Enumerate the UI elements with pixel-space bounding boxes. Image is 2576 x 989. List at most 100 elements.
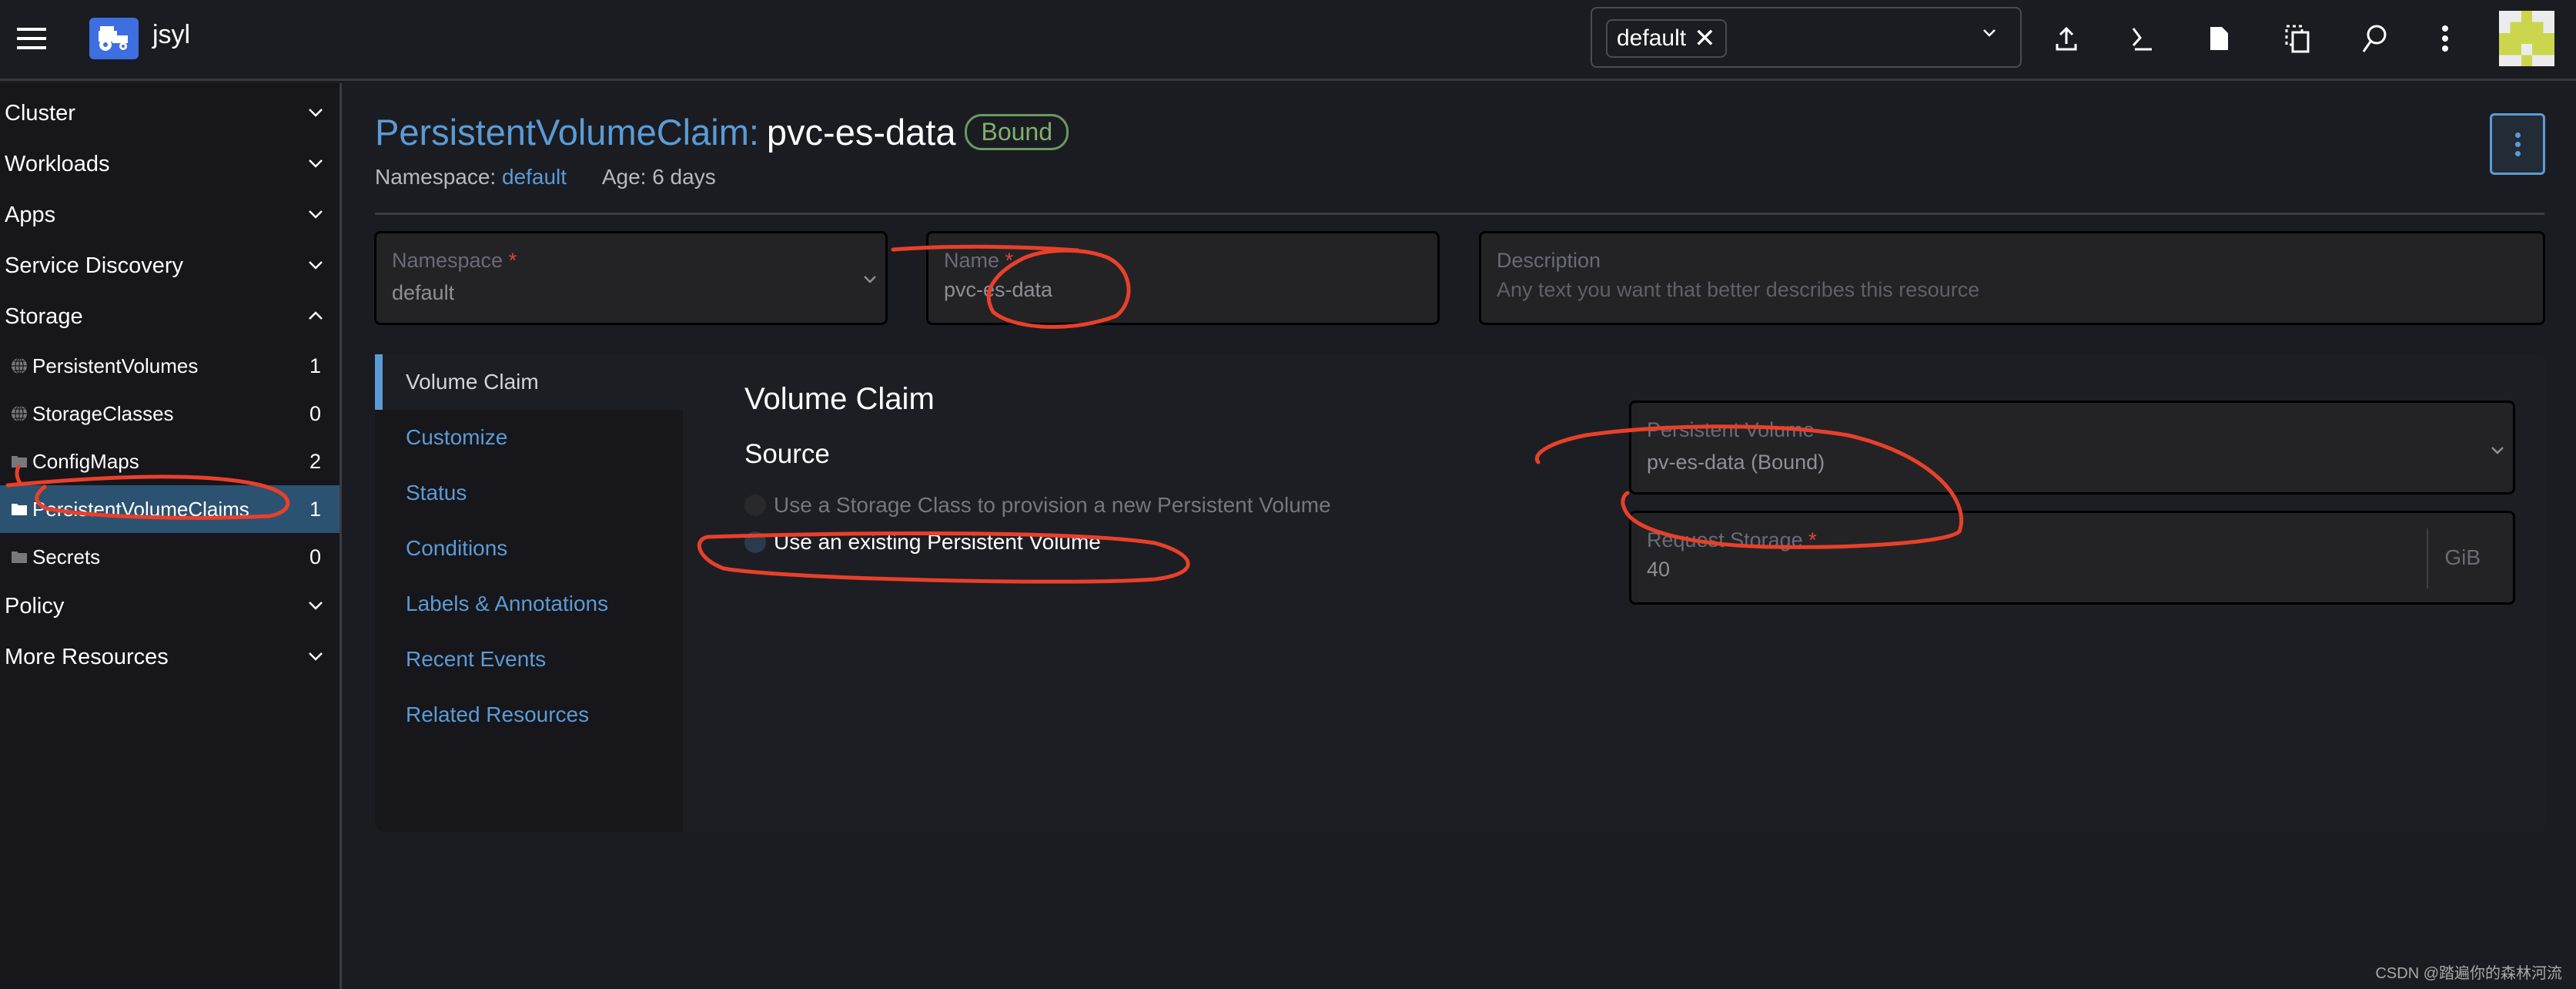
chevron-down-icon [309,652,323,661]
resource-name: pvc-es-data [766,112,956,153]
resource-count: 2 [309,449,321,473]
top-bar: jsyl default ✕ [0,0,2576,81]
cluster-name[interactable]: jsyl [152,20,190,50]
page-title: PersistentVolumeClaim: pvc-es-data Bound [375,111,1069,153]
chevron-down-icon [309,261,323,270]
radio-button-selected[interactable] [744,531,766,553]
namespace-select[interactable]: Namespace * default [374,231,888,325]
namespace-label: Namespace: [375,165,497,189]
age-text: Age: 6 days [601,165,716,189]
main-content: PersistentVolumeClaim: pvc-es-data Bound… [344,83,2576,989]
sidebar-group-service-discovery[interactable]: Service Discovery [0,240,340,291]
resource-kind-link[interactable]: PersistentVolumeClaim: [375,111,759,153]
folder-icon [11,500,29,518]
sidebar-group-storage[interactable]: Storage [0,291,340,342]
kubectl-shell-icon[interactable] [2126,23,2157,54]
sidebar-group-label: Apps [5,202,56,227]
copy-kubeconfig-icon[interactable] [2282,23,2313,54]
resource-meta: Namespace: default Age: 6 days [375,165,716,189]
user-avatar[interactable] [2499,11,2554,66]
request-storage-label: Request Storage * [1647,528,1817,551]
namespace-filter[interactable]: default ✕ [1591,7,2022,68]
cluster-logo-icon[interactable] [89,18,139,59]
sidebar-item-label: ConfigMaps [32,449,139,473]
sidebar-group-label: More Resources [5,644,169,669]
tab-related-resources[interactable]: Related Resources [375,687,683,743]
sidebar-group-label: Workloads [5,151,110,176]
sidebar-group-label: Service Discovery [5,253,184,278]
status-badge: Bound [965,114,1069,150]
chevron-down-icon [864,276,876,283]
sidebar-item-persistentvolumes[interactable]: PersistentVolumes 1 [0,342,340,390]
header-divider [375,213,2544,215]
resource-count: 0 [309,401,321,425]
description-placeholder: Any text you want that better describes … [1497,278,1980,301]
folder-icon [11,548,29,566]
kubeconfig-file-icon[interactable] [2203,23,2234,54]
radio-label: Use a Storage Class to provision a new P… [774,493,1331,517]
folder-icon [11,452,29,471]
sidebar-item-label: Secrets [32,545,101,568]
persistent-volume-select[interactable]: Persistent Volume pv-es-data (Bound) [1629,401,2515,494]
chevron-down-icon [309,210,323,219]
sidebar-group-label: Cluster [5,100,75,126]
name-field-label: Name * [944,249,1014,272]
tab-recent-events[interactable]: Recent Events [375,632,683,687]
tab-volume-claim[interactable]: Volume Claim [375,354,683,410]
resource-count: 0 [309,545,321,568]
sidebar-group-workloads[interactable]: Workloads [0,139,340,189]
sidebar-item-label: StorageClasses [32,401,174,425]
globe-icon [11,404,29,423]
namespace-chip: default ✕ [1606,19,1727,58]
source-heading: Source [744,439,830,469]
radio-storage-class[interactable]: Use a Storage Class to provision a new P… [744,493,1331,518]
resource-count: 1 [309,354,321,377]
import-yaml-icon[interactable] [2051,23,2082,54]
sidebar-item-persistentvolumeclaims[interactable]: PersistentVolumeClaims 1 [0,485,340,533]
chevron-down-icon [309,109,323,117]
tab-customize[interactable]: Customize [375,410,683,465]
radio-existing-pv[interactable]: Use an existing Persistent Volume [744,530,1101,555]
sidebar-item-secrets[interactable]: Secrets 0 [0,533,340,581]
pv-field-value: pv-es-data (Bound) [1647,451,1825,474]
description-input[interactable]: Description Any text you want that bette… [1479,231,2545,325]
remove-namespace-icon[interactable]: ✕ [1694,23,1716,54]
namespace-field-label: Namespace * [392,249,517,272]
namespace-chip-label: default [1617,25,1687,51]
unit-separator [2427,528,2428,588]
tab-status[interactable]: Status [375,465,683,521]
storage-unit: GiB [2444,545,2481,569]
tab-labels-annotations[interactable]: Labels & Annotations [375,576,683,632]
namespace-link[interactable]: default [502,165,567,189]
search-icon[interactable] [2359,23,2390,54]
tab-conditions[interactable]: Conditions [375,521,683,576]
sidebar-group-apps[interactable]: Apps [0,189,340,240]
chevron-down-icon [2491,447,2504,454]
section-title: Volume Claim [744,382,935,416]
side-tabs: Volume Claim Customize Status Conditions… [375,354,683,832]
menu-icon[interactable] [17,28,46,49]
request-storage-input[interactable]: Request Storage * 40 GiB [1629,511,2515,605]
tabbed-panel: Volume Claim Customize Status Conditions… [375,354,2545,832]
chevron-up-icon [309,311,323,320]
sidebar-group-more-resources[interactable]: More Resources [0,632,340,682]
sidebar-item-label: PersistentVolumeClaims [32,497,249,521]
name-field-value: pvc-es-data [944,278,1053,301]
radio-button-disabled[interactable] [744,494,766,516]
radio-label: Use an existing Persistent Volume [774,530,1101,554]
sidebar-group-cluster[interactable]: Cluster [0,88,340,139]
more-actions-icon[interactable] [2430,23,2461,54]
sidebar-item-storageclasses[interactable]: StorageClasses 0 [0,390,340,438]
description-field-label: Description [1497,249,1601,272]
namespace-field-value: default [392,281,455,304]
name-input[interactable]: Name * pvc-es-data [926,231,1440,325]
chevron-down-icon[interactable] [1982,25,1997,41]
chevron-down-icon [309,602,323,610]
sidebar-item-label: PersistentVolumes [32,354,199,377]
sidebar-group-label: Storage [5,303,83,329]
sidebar-group-policy[interactable]: Policy [0,581,340,632]
pv-field-label: Persistent Volume [1647,418,1815,441]
sidebar-group-label: Policy [5,593,65,619]
resource-actions-button[interactable] [2490,113,2545,175]
sidebar-item-configmaps[interactable]: ConfigMaps 2 [0,438,340,485]
